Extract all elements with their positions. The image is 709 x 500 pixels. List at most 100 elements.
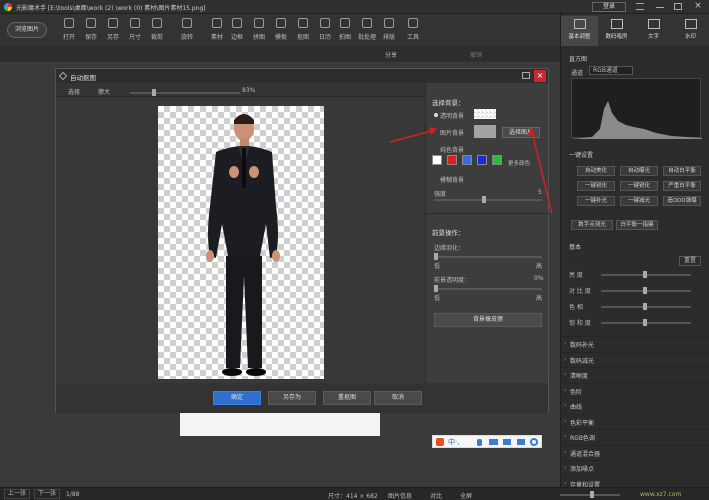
transparent-bg-preview (474, 109, 496, 119)
chevron-right-icon: › (564, 371, 567, 378)
toolbar-button-11[interactable]: 日历 (314, 18, 336, 44)
prev-button[interactable]: 上一张 (4, 489, 30, 499)
toolbar-button-8[interactable]: 拼图 (248, 18, 270, 44)
opacity-high: 高 (536, 295, 543, 302)
basic-slider-2[interactable] (601, 303, 691, 310)
chevron-right-icon: › (564, 402, 567, 409)
toolbar-button-1[interactable]: 保存 (80, 18, 102, 44)
right-tab-3[interactable]: 水印 (672, 16, 709, 46)
zoom-slider[interactable] (130, 89, 240, 96)
color-swatch-1[interactable] (447, 155, 457, 165)
menu-icon[interactable] (636, 3, 644, 10)
ime-toolbar[interactable]: 中·, (432, 435, 542, 448)
undo-button[interactable]: 撤销 (470, 50, 482, 59)
one-click-button-7[interactable]: 一键减光 (620, 196, 658, 206)
bg-eraser-button[interactable]: 背景橡皮擦 (434, 313, 542, 327)
fg-opacity-value: 0% (534, 275, 544, 282)
one-click-button-4[interactable]: 一键锐化 (620, 181, 658, 191)
right-tab-1[interactable]: 数码暗房 (598, 16, 635, 46)
choose-image-button[interactable]: 选择图片 (502, 127, 540, 138)
cancel-button[interactable]: 取消 (374, 391, 422, 405)
panel-section-5[interactable]: › 色彩平衡 (561, 413, 709, 428)
one-click-extra-0[interactable]: 数字点测光 (571, 220, 613, 230)
toolbar-button-6[interactable]: 素材 (206, 18, 228, 44)
histogram-title: 直方图 (569, 56, 588, 63)
more-colors-link[interactable]: 更多颜色 (508, 159, 530, 167)
toolbar-button-15[interactable]: 工具 (402, 18, 424, 44)
maximize-icon[interactable] (674, 3, 682, 10)
toolbar-button-5[interactable]: 旋转 (176, 18, 198, 44)
color-swatch-0[interactable] (432, 155, 442, 165)
one-click-button-8[interactable]: 造ODD弹爆 (663, 196, 701, 206)
toolbar-button-12[interactable]: 拍图 (334, 18, 356, 44)
color-swatch-3[interactable] (477, 155, 487, 165)
cutout-preview-canvas[interactable] (158, 106, 324, 379)
strength-slider[interactable] (434, 196, 542, 203)
panel-section-0[interactable]: › 数码补光 (561, 336, 709, 350)
panel-section-2[interactable]: › 清晰度 (561, 367, 709, 381)
redo-cutout-button[interactable]: 重抠图 (323, 391, 371, 405)
save-as-button[interactable]: 另存为 (268, 391, 316, 405)
strength-label: 强度 (434, 191, 447, 198)
toolbar-button-13[interactable]: 批处理 (356, 18, 378, 44)
transparent-bg-radio[interactable] (434, 113, 438, 117)
one-click-extra-1[interactable]: 白平衡一指键 (616, 220, 658, 230)
login-button[interactable]: 登录 (592, 2, 626, 12)
toolbar-button-9[interactable]: 模板 (270, 18, 292, 44)
image-info-button[interactable]: 图片信息 (388, 491, 412, 500)
reset-button[interactable]: 重置 (679, 256, 701, 266)
site-watermark: www.xz7.com (640, 491, 682, 498)
panel-section-4[interactable]: › 曲线 (561, 398, 709, 412)
skin-icon[interactable] (503, 439, 511, 445)
dialog-close-icon[interactable]: × (534, 70, 546, 82)
status-zoom-slider[interactable] (560, 491, 620, 498)
toolbar-button-14[interactable]: 排版 (378, 18, 400, 44)
toolbar-button-0[interactable]: 打开 (58, 18, 80, 44)
one-click-button-3[interactable]: 一键锐化 (577, 181, 615, 191)
next-button[interactable]: 下一张 (34, 489, 60, 499)
one-click-button-6[interactable]: 一键补光 (577, 196, 615, 206)
mic-icon[interactable] (477, 439, 482, 446)
app-logo-icon (4, 3, 12, 11)
right-tab-2[interactable]: 文字 (635, 16, 672, 46)
channel-select[interactable]: RGB通道 (589, 66, 633, 75)
image-bg-preview (474, 125, 496, 138)
toolbar-button-4[interactable]: 裁剪 (146, 18, 168, 44)
toolbar-button-3[interactable]: 尺寸 (124, 18, 146, 44)
one-click-button-1[interactable]: 自动曝光 (620, 166, 658, 176)
edge-feather-slider[interactable] (434, 253, 542, 260)
share-button[interactable]: 分享 (385, 50, 397, 59)
fg-opacity-slider[interactable] (434, 285, 542, 292)
settings-icon[interactable] (530, 438, 538, 446)
panel-section-8[interactable]: › 添加噪点 (561, 460, 709, 474)
select-tool[interactable]: 选择 (68, 87, 80, 96)
right-tab-0[interactable]: 基本调整 (561, 16, 598, 46)
tools-icon[interactable] (517, 439, 525, 445)
basic-slider-1[interactable] (601, 287, 691, 294)
color-swatch-2[interactable] (462, 155, 472, 165)
color-swatch-4[interactable] (492, 155, 502, 165)
panel-section-6[interactable]: › RGB色调 (561, 429, 709, 443)
panel-section-7[interactable]: › 通道混合器 (561, 444, 709, 459)
dialog-maximize-icon[interactable] (522, 72, 530, 79)
confirm-button[interactable]: 确定 (213, 391, 261, 405)
toolbar-button-2[interactable]: 另存 (102, 18, 124, 44)
basic-title: 基本 (569, 244, 582, 251)
transparent-bg-label: 透明背景 (440, 113, 465, 120)
fullscreen-button[interactable]: 全屏 (460, 491, 472, 500)
panel-section-1[interactable]: › 数码减光 (561, 351, 709, 366)
basic-slider-0[interactable] (601, 271, 691, 278)
browse-images-button[interactable]: 浏览图片 (7, 22, 47, 38)
toolbar-button-7[interactable]: 边框 (226, 18, 248, 44)
erase-tool[interactable]: 擦大 (98, 87, 110, 96)
compare-button[interactable]: 对比 (430, 491, 442, 500)
panel-section-3[interactable]: › 色阶 (561, 382, 709, 397)
minimize-icon[interactable] (656, 7, 664, 8)
basic-slider-3[interactable] (601, 319, 691, 326)
toolbar-button-10[interactable]: 抠图 (292, 18, 314, 44)
keyboard-icon[interactable] (489, 439, 498, 445)
close-icon[interactable]: × (692, 1, 704, 12)
one-click-button-5[interactable]: 严重白平衡 (663, 181, 701, 191)
one-click-button-0[interactable]: 自动美化 (577, 166, 615, 176)
one-click-button-2[interactable]: 自动白平衡 (663, 166, 701, 176)
